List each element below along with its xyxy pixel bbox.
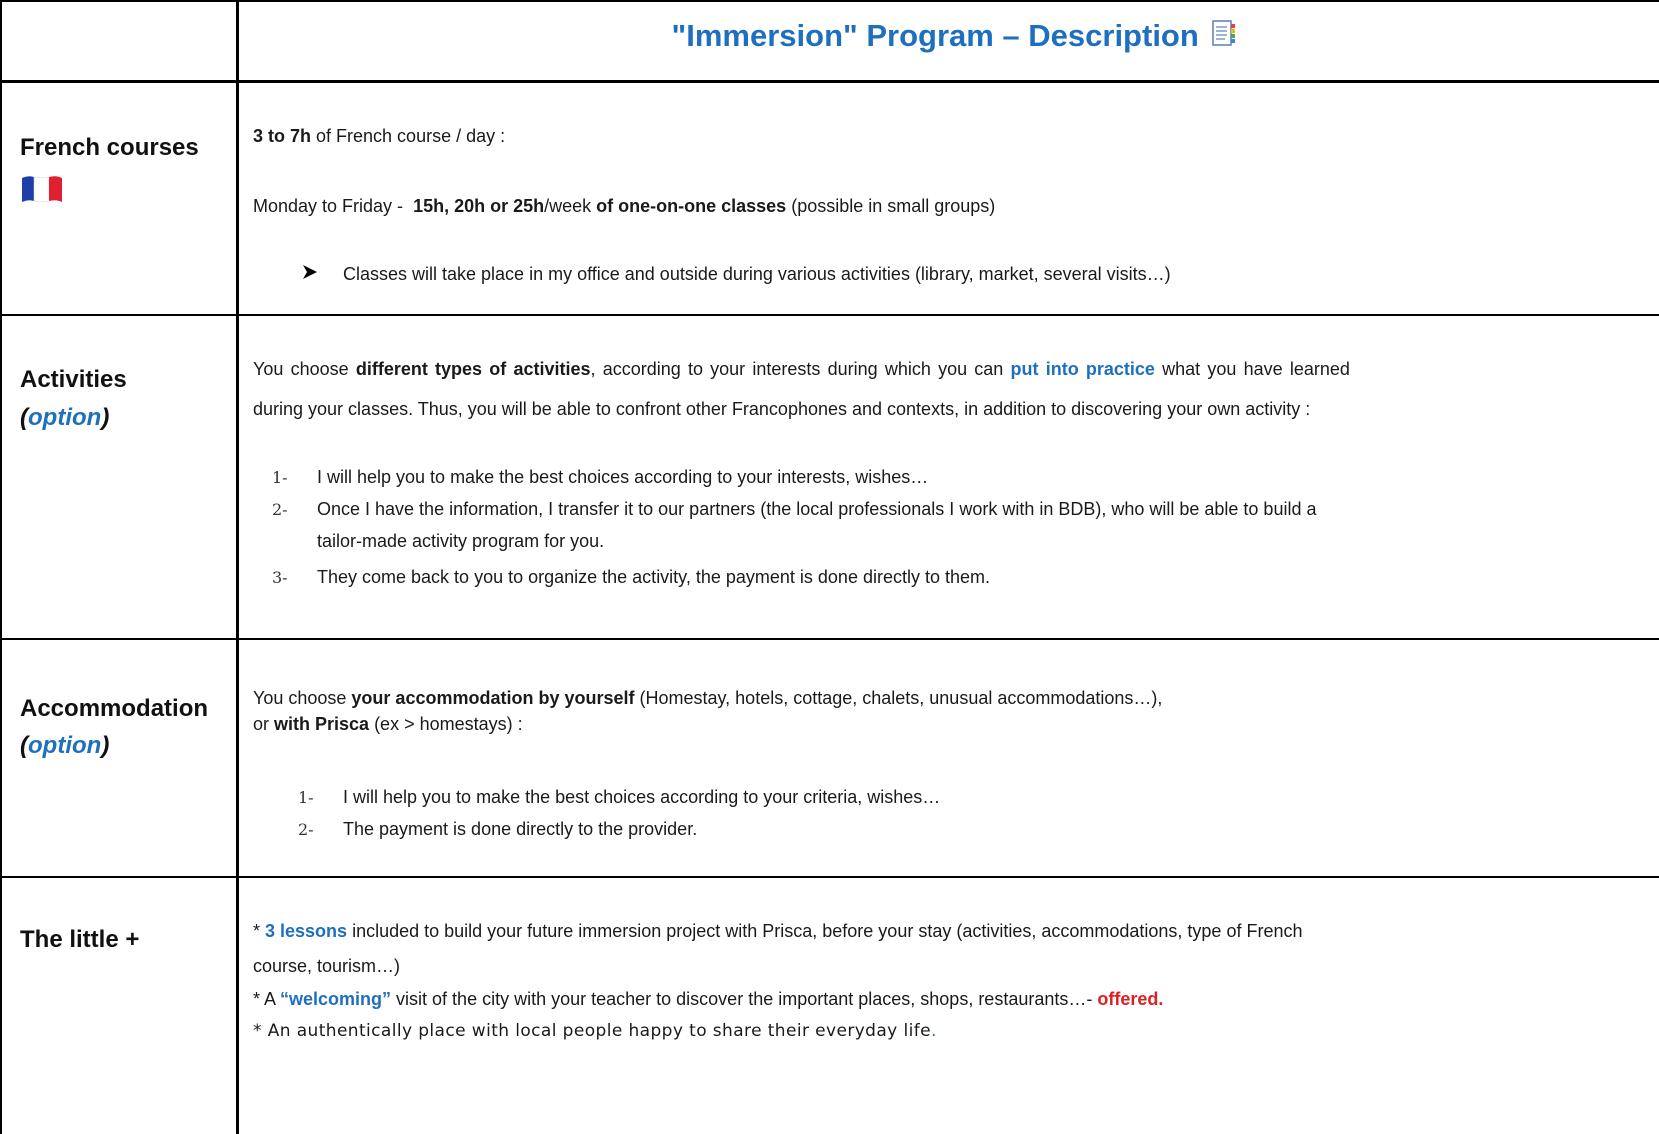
accommodation-line-1: You choose your accommodation by yoursel… — [253, 688, 1162, 709]
hours-suffix: of French course / day : — [311, 126, 506, 146]
document-list-icon — [1212, 20, 1236, 46]
list-item: 3- They come back to you to organize the … — [272, 567, 990, 588]
french-bullet-text: Classes will take place in my office and… — [343, 264, 1171, 284]
acc-self: your accommodation by yourself — [351, 688, 635, 708]
list-number: 3- — [272, 568, 288, 587]
list-text: The payment is done directly to the prov… — [343, 819, 698, 839]
page-title: "Immersion" Program – Description — [250, 18, 1659, 54]
local-people-text: * An authentically place with local peop… — [253, 1021, 931, 1041]
welcoming-highlight: “welcoming” — [280, 989, 392, 1009]
list-item: 1- I will help you to make the best choic… — [272, 467, 928, 488]
list-text: Once I have the information, I transfer … — [317, 499, 1317, 519]
practice-highlight: put into practice — [1010, 359, 1155, 379]
french-flag-icon — [22, 176, 62, 203]
little-line-4: * An authentically place with local peop… — [253, 1021, 937, 1041]
french-schedule-line: Monday to Friday - 15h, 20h or 25h/week … — [253, 196, 995, 217]
option-word: option — [28, 404, 102, 431]
little-line-3: * A “welcoming” visit of the city with y… — [253, 989, 1163, 1010]
list-item: 1- I will help you to make the best choic… — [298, 787, 940, 808]
program-table: "Immersion" Program – Description French… — [0, 0, 1659, 1134]
row-divider — [0, 638, 1659, 640]
row-label-activities: Activities — [20, 366, 127, 393]
schedule-days: Monday to Friday - — [253, 196, 414, 216]
p1-text-b: , according to your interests during whi… — [590, 359, 1011, 379]
star-prefix: * — [253, 921, 266, 941]
trailing-dot: . — [930, 1021, 937, 1041]
per-week: /week — [544, 196, 597, 216]
p1-text-c: what you have learned — [1154, 359, 1350, 379]
activity-types: different types of activities — [355, 359, 591, 379]
acc-example: (ex > homestays) : — [369, 714, 523, 734]
weekly-hours: 15h, 20h or 25h — [413, 196, 545, 216]
table-border-top — [0, 0, 1659, 2]
offered-badge: offered. — [1097, 989, 1164, 1009]
visit-text: visit of the city with your teacher to d… — [391, 989, 1098, 1009]
lessons-highlight: 3 lessons — [265, 921, 348, 941]
row-divider — [0, 876, 1659, 878]
group-note: (possible in small groups) — [786, 196, 996, 216]
list-item: 2- The payment is done directly to the pr… — [298, 819, 697, 840]
row-divider — [0, 80, 1659, 83]
row-label-little-plus: The little + — [20, 926, 140, 953]
activities-paragraph-line-1: You choose different types of activities… — [253, 359, 1350, 380]
list-number: 2- — [272, 500, 288, 519]
hours-range: 3 to 7h — [253, 126, 312, 146]
row-divider — [0, 314, 1659, 316]
little-line-2: course, tourism…) — [253, 956, 401, 976]
french-hours-line: 3 to 7h of French course / day : — [253, 126, 505, 147]
acc-types: (Homestay, hotels, cottage, chalets, unu… — [634, 688, 1163, 708]
list-text: I will help you to make the best choices… — [343, 787, 941, 807]
list-item: 2- Once I have the information, I transfe… — [272, 499, 1316, 520]
list-number: 2- — [298, 820, 314, 839]
visit-prefix: * A — [253, 989, 281, 1009]
option-paren-close: ) — [101, 404, 110, 431]
accommodation-line-2: or with Prisca (ex > homestays) : — [253, 714, 523, 735]
row-label-french-courses: French courses — [20, 134, 199, 161]
option-paren-close: ) — [101, 732, 110, 759]
option-paren-open: ( — [20, 404, 28, 431]
activities-paragraph-line-2: during your classes. Thus, you will be a… — [253, 399, 1311, 419]
p1-text-a: You choose — [253, 359, 356, 379]
table-border-left — [0, 0, 2, 1134]
option-word: option — [28, 732, 102, 759]
row-label-accommodation: Accommodation — [20, 695, 209, 722]
list-number: 1- — [272, 468, 288, 487]
list-text: They come back to you to organize the ac… — [317, 567, 991, 587]
activities-option-tag: (option) — [20, 404, 109, 432]
lessons-text: included to build your future immersion … — [347, 921, 1303, 941]
table-column-divider — [236, 0, 239, 1134]
acc-text-a: You choose — [253, 688, 352, 708]
option-paren-open: ( — [20, 732, 28, 759]
little-line-1: * 3 lessons included to build your futur… — [253, 921, 1302, 942]
acc-or: or — [253, 714, 275, 734]
class-type: of one-on-one classes — [596, 196, 787, 216]
list-number: 1- — [298, 788, 314, 807]
list-item-continuation: tailor-made activity program for you. — [317, 531, 604, 552]
accommodation-option-tag: (option) — [20, 732, 109, 760]
acc-prisca: with Prisca — [274, 714, 370, 734]
list-text: I will help you to make the best choices… — [317, 467, 929, 487]
arrow-bullet-icon — [303, 265, 317, 279]
title-text: "Immersion" Program – Description — [671, 18, 1199, 53]
list-text: tailor-made activity program for you. — [317, 531, 605, 551]
